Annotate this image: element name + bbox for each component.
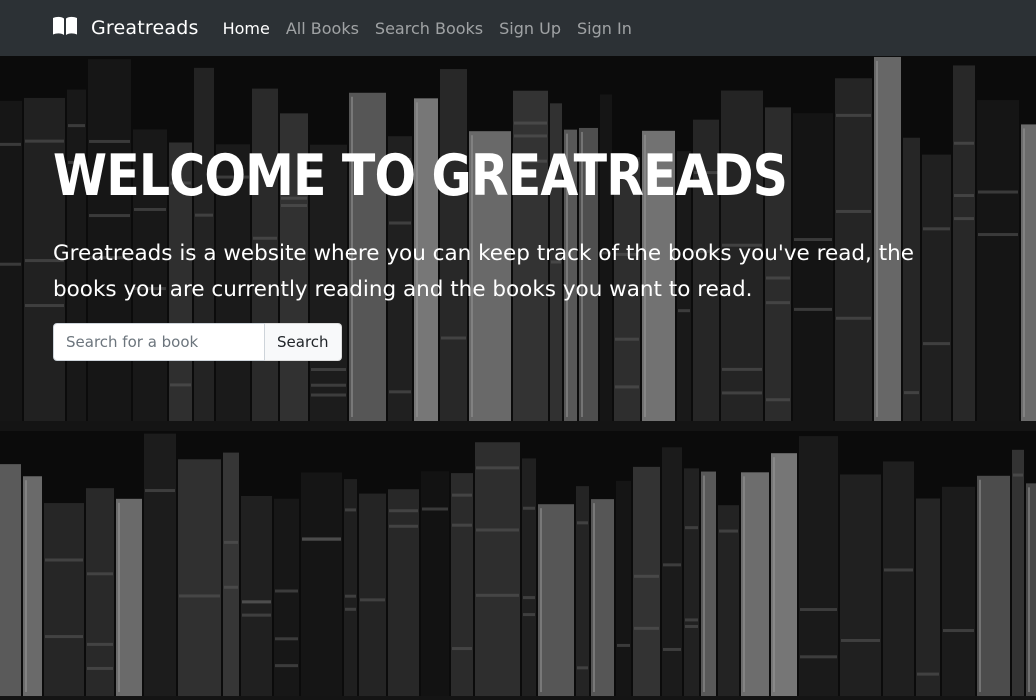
nav-link-search-books[interactable]: Search Books [375,19,483,38]
search-button[interactable]: Search [265,323,342,361]
brand-link[interactable]: Greatreads [53,16,199,40]
navbar: Greatreads Home All Books Search Books S… [0,0,1036,56]
nav-link-sign-up[interactable]: Sign Up [499,19,561,38]
nav-link-all-books[interactable]: All Books [286,19,359,38]
nav-link-home[interactable]: Home [223,19,270,38]
search-form: Search [53,323,973,361]
nav-link-sign-in[interactable]: Sign In [577,19,632,38]
hero-description: Greatreads is a website where you can ke… [53,241,914,302]
hero-section: WELCOME TO GREATREADS Greatreads is a we… [0,56,1036,700]
book-open-icon [53,16,91,40]
page-title: WELCOME TO GREATREADS [53,143,788,209]
brand-name: Greatreads [91,17,199,39]
hero-content: WELCOME TO GREATREADS Greatreads is a we… [53,136,973,361]
search-input[interactable] [53,323,265,361]
